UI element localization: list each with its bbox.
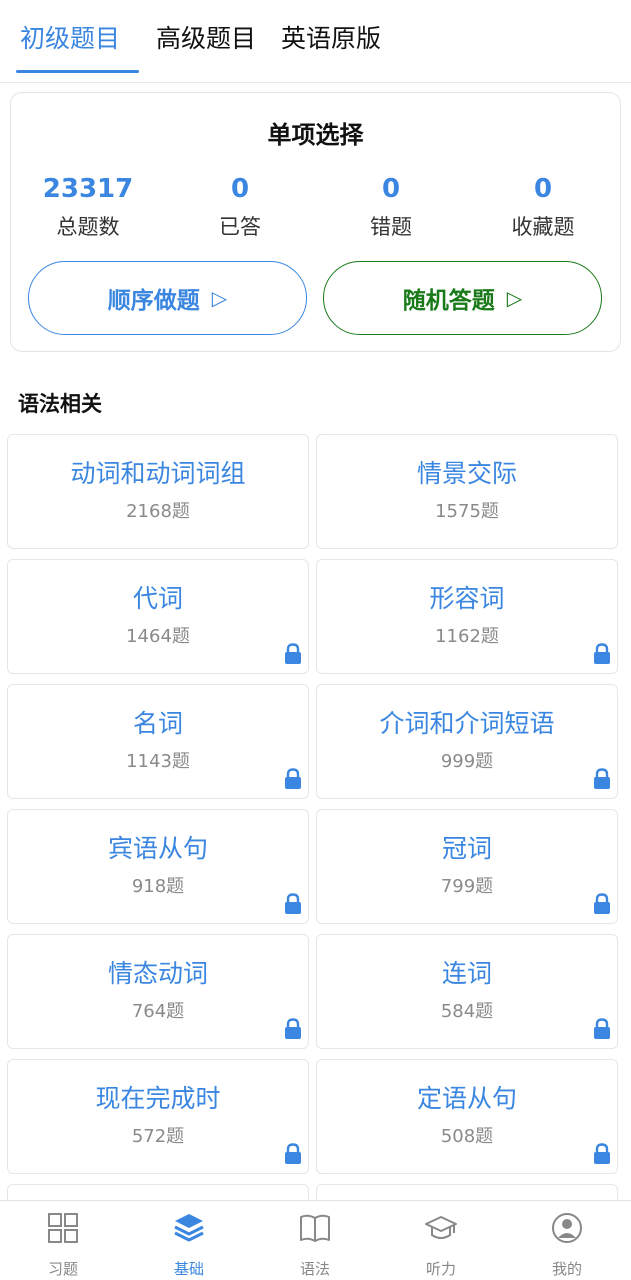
lock-icon <box>285 768 301 789</box>
tab-advanced[interactable]: 高级题目 <box>156 22 256 56</box>
grid-icon <box>48 1213 78 1243</box>
category-name: 情景交际 <box>416 459 517 488</box>
lock-icon <box>594 893 610 914</box>
bottom-navigation: 习题 基础 语法 听力 我的 <box>0 1200 631 1280</box>
category-card[interactable]: 定语从句 508题 <box>316 1059 618 1174</box>
category-card[interactable]: 连词 584题 <box>316 934 618 1049</box>
summary-card: 单项选择 23317 总题数 0 已答 0 错题 0 收藏题 顺序做题 ▷ 随机… <box>10 92 621 352</box>
stat-answered-value: 0 <box>230 174 250 204</box>
category-name: 代词 <box>132 584 183 613</box>
category-name: 连词 <box>441 959 492 988</box>
category-card[interactable]: 形容词 1162题 <box>316 559 618 674</box>
category-name: 定语从句 <box>416 1084 517 1113</box>
nav-item-basics[interactable]: 基础 <box>126 1201 252 1280</box>
category-count: 918题 <box>131 876 185 897</box>
stat-wrong-label: 错题 <box>370 215 412 239</box>
top-tab-bar: 初级题目 高级题目 英语原版 <box>0 0 631 83</box>
lock-icon <box>594 768 610 789</box>
category-card[interactable]: 介词和介词短语 999题 <box>316 684 618 799</box>
category-count: 1575题 <box>435 501 499 522</box>
category-count: 799题 <box>440 876 494 897</box>
stat-total-label: 总题数 <box>56 215 120 239</box>
tab-beginner[interactable]: 初级题目 <box>20 22 120 56</box>
category-card[interactable]: 情态动词 764题 <box>7 934 309 1049</box>
category-name: 动词和动词词组 <box>70 459 246 488</box>
stat-total: 23317 总题数 <box>13 171 163 243</box>
category-grid: 动词和动词词组 2168题 情景交际 1575题代词 1464题 形容词 1162题名词 11… <box>0 434 631 1200</box>
play-icon: ▷ <box>506 286 523 310</box>
nav-item-grammar[interactable]: 语法 <box>252 1201 378 1280</box>
tab-english-original[interactable]: 英语原版 <box>281 22 381 56</box>
stat-favorites[interactable]: 0 收藏题 <box>468 171 618 243</box>
stat-favorites-label: 收藏题 <box>511 215 575 239</box>
category-count: 584题 <box>440 1001 494 1022</box>
category-card[interactable]: 代词 1464题 <box>7 559 309 674</box>
stat-answered[interactable]: 0 已答 <box>165 171 315 243</box>
lock-icon <box>594 643 610 664</box>
category-count: 508题 <box>440 1126 494 1147</box>
stat-wrong-value: 0 <box>381 174 401 204</box>
sequential-practice-button[interactable]: 顺序做题 ▷ <box>28 261 307 335</box>
category-card[interactable]: 冠词 799题 <box>316 809 618 924</box>
layers-icon <box>174 1214 204 1242</box>
category-count: 572题 <box>131 1126 185 1147</box>
category-count: 2168题 <box>126 501 190 522</box>
category-name: 宾语从句 <box>107 834 208 863</box>
stat-total-value: 23317 <box>42 174 134 204</box>
nav-label: 我的 <box>551 1260 582 1278</box>
nav-item-exercises[interactable]: 习题 <box>0 1201 126 1280</box>
book-icon <box>300 1214 330 1242</box>
user-icon <box>552 1213 582 1243</box>
category-card-partial[interactable] <box>7 1184 309 1200</box>
sequential-practice-label: 顺序做题 <box>107 288 200 314</box>
category-count: 1464题 <box>126 626 190 647</box>
lock-icon <box>594 1018 610 1039</box>
graduation-cap-icon <box>425 1216 457 1239</box>
category-name: 冠词 <box>441 834 492 863</box>
category-name: 情态动词 <box>107 959 208 988</box>
category-count: 764题 <box>131 1001 185 1022</box>
nav-label: 听力 <box>425 1260 456 1278</box>
stat-favorites-value: 0 <box>533 174 553 204</box>
category-name: 名词 <box>132 709 183 738</box>
category-card-partial[interactable] <box>316 1184 618 1200</box>
lock-icon <box>285 1018 301 1039</box>
lock-icon <box>285 1143 301 1164</box>
summary-title: 单项选择 <box>267 121 364 149</box>
category-name: 现在完成时 <box>95 1084 221 1113</box>
nav-label: 习题 <box>47 1260 78 1278</box>
category-count: 999题 <box>440 751 494 772</box>
lock-icon <box>594 1143 610 1164</box>
category-name: 形容词 <box>429 584 505 613</box>
play-icon: ▷ <box>211 286 228 310</box>
nav-item-profile[interactable]: 我的 <box>504 1201 630 1280</box>
category-card[interactable]: 情景交际 1575题 <box>316 434 618 549</box>
category-card[interactable]: 动词和动词词组 2168题 <box>7 434 309 549</box>
stat-wrong[interactable]: 0 错题 <box>316 171 466 243</box>
random-practice-button[interactable]: 随机答题 ▷ <box>323 261 602 335</box>
category-card[interactable]: 名词 1143题 <box>7 684 309 799</box>
lock-icon <box>285 893 301 914</box>
nav-label: 基础 <box>173 1260 204 1278</box>
lock-icon <box>285 643 301 664</box>
stat-answered-label: 已答 <box>219 215 261 239</box>
category-name: 介词和介词短语 <box>379 709 555 738</box>
nav-item-listening[interactable]: 听力 <box>378 1201 504 1280</box>
nav-label: 语法 <box>299 1260 330 1278</box>
active-tab-indicator <box>16 70 139 73</box>
category-count: 1143题 <box>126 751 190 772</box>
section-title-grammar: 语法相关 <box>18 392 102 416</box>
random-practice-label: 随机答题 <box>402 288 495 314</box>
category-count: 1162题 <box>435 626 499 647</box>
category-card[interactable]: 现在完成时 572题 <box>7 1059 309 1174</box>
category-card[interactable]: 宾语从句 918题 <box>7 809 309 924</box>
